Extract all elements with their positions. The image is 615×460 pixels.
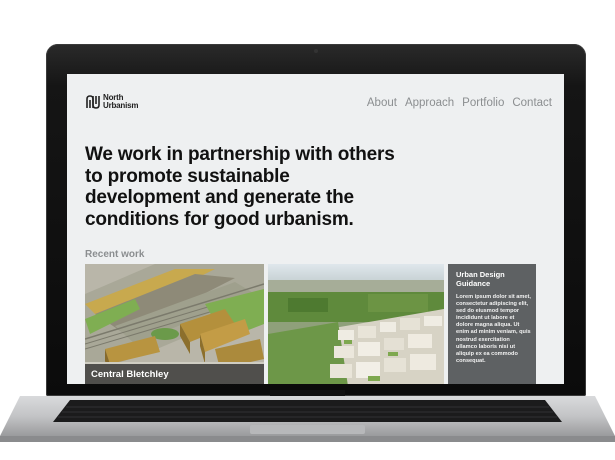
recent-work-label: Recent work xyxy=(85,249,145,260)
logo-text: North Urbanism xyxy=(103,93,139,110)
city-aerial-image xyxy=(268,264,444,384)
north-urbanism-logo-icon xyxy=(86,94,100,109)
site-logo[interactable]: North Urbanism xyxy=(86,93,139,110)
nav-about[interactable]: About xyxy=(367,97,397,109)
nav-approach[interactable]: Approach xyxy=(405,97,454,109)
laptop-screen: North Urbanism About Approach Portfolio … xyxy=(67,74,564,384)
webcam xyxy=(314,49,318,53)
nav-contact[interactable]: Contact xyxy=(512,97,552,109)
nav-portfolio[interactable]: Portfolio xyxy=(462,97,504,109)
panel-title: Urban Design Guidance xyxy=(456,270,505,288)
urban-design-guidance-panel[interactable]: Urban Design Guidance Lorem ipsum dolor … xyxy=(448,264,536,384)
laptop-base xyxy=(0,390,615,442)
panel-body: Lorem ipsum dolor sit amet, consectetur … xyxy=(456,294,531,364)
hero-headline: We work in partnership with others to pr… xyxy=(85,144,395,230)
work-tile-central-bletchley[interactable]: Central Bletchley xyxy=(85,264,264,384)
main-nav: About Approach Portfolio Contact xyxy=(367,97,552,109)
work-tile-city-aerial[interactable] xyxy=(268,264,444,384)
tile-caption: Central Bletchley xyxy=(91,369,169,380)
laptop-lid: North Urbanism About Approach Portfolio … xyxy=(46,44,586,396)
